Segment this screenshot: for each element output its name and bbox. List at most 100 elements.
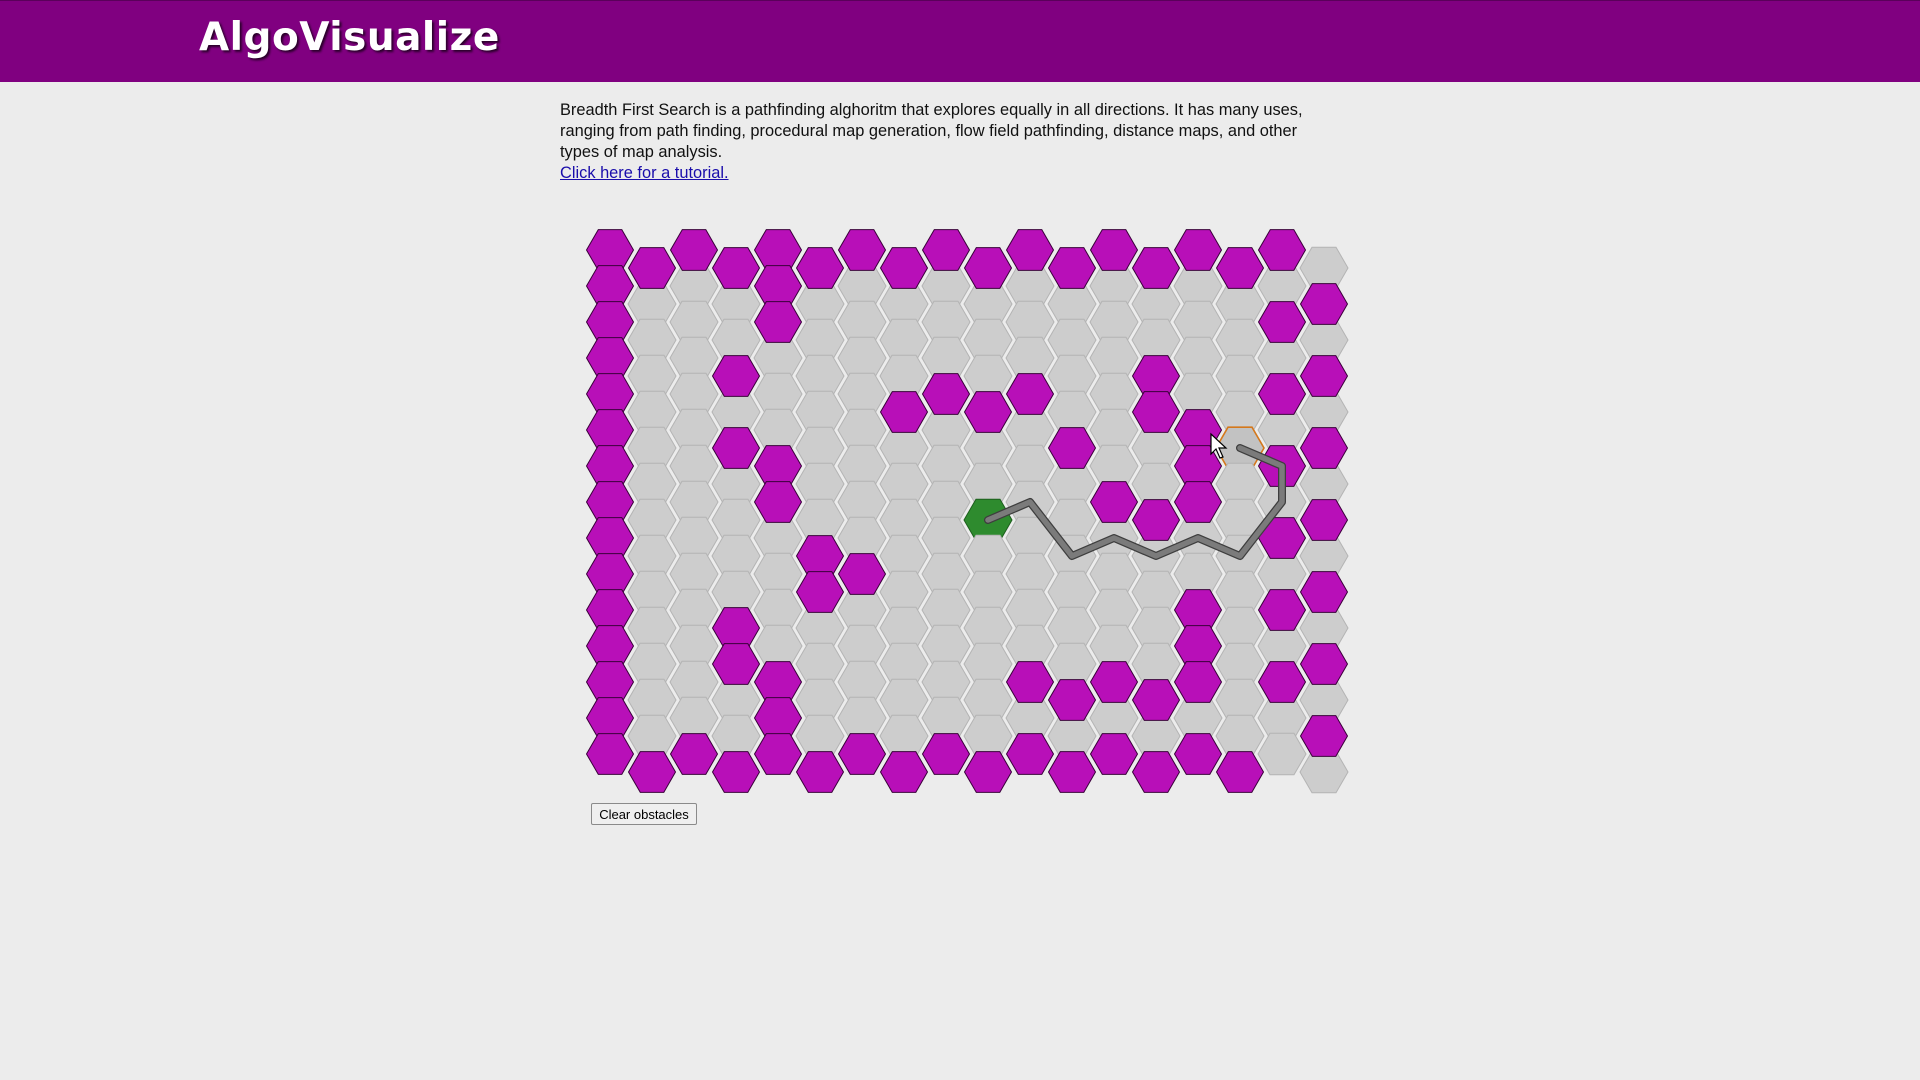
hex-cell[interactable] — [627, 462, 677, 506]
hex-cell[interactable] — [795, 282, 845, 326]
obstacle-hex-cell[interactable] — [669, 733, 719, 775]
hex-cell[interactable] — [837, 516, 887, 560]
hex-cell[interactable] — [1131, 426, 1181, 470]
hex-cell[interactable] — [921, 552, 971, 596]
hex-cell[interactable] — [1257, 408, 1307, 452]
obstacle-hex-cell[interactable] — [711, 355, 761, 397]
obstacle-hex-cell[interactable] — [585, 373, 635, 415]
obstacle-hex-cell[interactable] — [585, 481, 635, 523]
obstacle-hex-cell[interactable] — [1131, 391, 1181, 433]
obstacle-hex-cell[interactable] — [1299, 715, 1349, 757]
obstacle-hex-cell[interactable] — [585, 661, 635, 703]
obstacle-hex-cell[interactable] — [963, 751, 1013, 793]
obstacle-hex-cell[interactable] — [1131, 499, 1181, 541]
hex-cell[interactable] — [1131, 570, 1181, 614]
obstacle-hex-cell[interactable] — [1131, 679, 1181, 721]
hex-cell[interactable] — [1215, 570, 1265, 614]
obstacle-hex-cell[interactable] — [1089, 229, 1139, 271]
hex-cell[interactable] — [1089, 588, 1139, 632]
hex-cell[interactable] — [1131, 318, 1181, 362]
hex-cell[interactable] — [837, 444, 887, 488]
hex-cell[interactable] — [879, 606, 929, 650]
hex-cell[interactable] — [963, 570, 1013, 614]
obstacle-hex-cell[interactable] — [1299, 355, 1349, 397]
obstacle-hex-cell[interactable] — [1089, 733, 1139, 775]
obstacle-hex-cell[interactable] — [837, 553, 887, 595]
hex-cell[interactable] — [711, 570, 761, 614]
hex-cell[interactable] — [1089, 408, 1139, 452]
obstacle-hex-cell[interactable] — [753, 733, 803, 775]
hex-cell[interactable] — [669, 408, 719, 452]
obstacle-hex-cell[interactable] — [753, 697, 803, 739]
hex-cell[interactable] — [1047, 282, 1097, 326]
hex-cell[interactable] — [1047, 318, 1097, 362]
obstacle-hex-cell[interactable] — [585, 733, 635, 775]
hex-cell[interactable] — [795, 642, 845, 686]
obstacle-hex-cell[interactable] — [1005, 733, 1055, 775]
hex-cell[interactable] — [963, 606, 1013, 650]
hex-cell[interactable] — [1257, 624, 1307, 668]
obstacle-hex-cell[interactable] — [795, 535, 845, 577]
hex-cell[interactable] — [627, 606, 677, 650]
obstacle-hex-cell[interactable] — [1089, 481, 1139, 523]
obstacle-hex-cell[interactable] — [585, 553, 635, 595]
hex-cell[interactable] — [963, 462, 1013, 506]
hex-cell[interactable] — [879, 534, 929, 578]
obstacle-hex-cell[interactable] — [753, 301, 803, 343]
hex-cell[interactable] — [1215, 462, 1265, 506]
hex-cell[interactable] — [753, 588, 803, 632]
obstacle-hex-cell[interactable] — [963, 247, 1013, 289]
hex-cell[interactable] — [1215, 606, 1265, 650]
hex-cell[interactable] — [879, 642, 929, 686]
hex-cell[interactable] — [795, 606, 845, 650]
obstacle-hex-cell[interactable] — [879, 391, 929, 433]
hex-cell[interactable] — [711, 714, 761, 758]
hex-cell[interactable] — [963, 534, 1013, 578]
hex-cell[interactable] — [1299, 318, 1349, 362]
obstacle-hex-cell[interactable] — [1173, 589, 1223, 631]
hex-grid-board[interactable] — [0, 0, 1920, 1080]
obstacle-hex-cell[interactable] — [795, 751, 845, 793]
hex-cell[interactable] — [627, 498, 677, 542]
hex-cell[interactable] — [1005, 336, 1055, 380]
hex-cell[interactable] — [795, 714, 845, 758]
hex-cell[interactable] — [1299, 390, 1349, 434]
hex-cell[interactable] — [1005, 444, 1055, 488]
hex-cell[interactable] — [795, 462, 845, 506]
hex-cell[interactable] — [627, 282, 677, 326]
obstacle-hex-cell[interactable] — [837, 733, 887, 775]
hex-cell[interactable] — [1047, 606, 1097, 650]
hex-cell[interactable] — [627, 534, 677, 578]
obstacle-hex-cell[interactable] — [585, 301, 635, 343]
obstacle-hex-cell[interactable] — [1131, 355, 1181, 397]
hex-cell[interactable] — [921, 480, 971, 524]
hex-cell[interactable] — [837, 480, 887, 524]
hex-cell[interactable] — [1089, 336, 1139, 380]
obstacle-hex-cell[interactable] — [1299, 571, 1349, 613]
hex-cell[interactable] — [921, 660, 971, 704]
hex-cell[interactable] — [669, 516, 719, 560]
hex-cell[interactable] — [669, 372, 719, 416]
hex-cell[interactable] — [879, 354, 929, 398]
hex-cell[interactable] — [795, 318, 845, 362]
hex-cell[interactable] — [1215, 714, 1265, 758]
hex-cell[interactable] — [1089, 264, 1139, 308]
hex-cell[interactable] — [921, 624, 971, 668]
hex-cell[interactable] — [795, 390, 845, 434]
hex-cell[interactable] — [627, 642, 677, 686]
hex-cell[interactable] — [753, 372, 803, 416]
hex-cell[interactable] — [1257, 696, 1307, 740]
hex-cell[interactable] — [1131, 714, 1181, 758]
hex-cell[interactable] — [1047, 642, 1097, 686]
obstacle-hex-cell[interactable] — [1173, 445, 1223, 487]
hex-cell[interactable] — [627, 318, 677, 362]
obstacle-hex-cell[interactable] — [1005, 229, 1055, 271]
obstacle-hex-cell[interactable] — [879, 751, 929, 793]
hex-cell[interactable] — [1299, 246, 1349, 290]
obstacle-hex-cell[interactable] — [1131, 751, 1181, 793]
hex-cell[interactable] — [837, 264, 887, 308]
obstacle-hex-cell[interactable] — [585, 697, 635, 739]
obstacle-hex-cell[interactable] — [1215, 751, 1265, 793]
obstacle-hex-cell[interactable] — [795, 247, 845, 289]
obstacle-hex-cell[interactable] — [1257, 589, 1307, 631]
